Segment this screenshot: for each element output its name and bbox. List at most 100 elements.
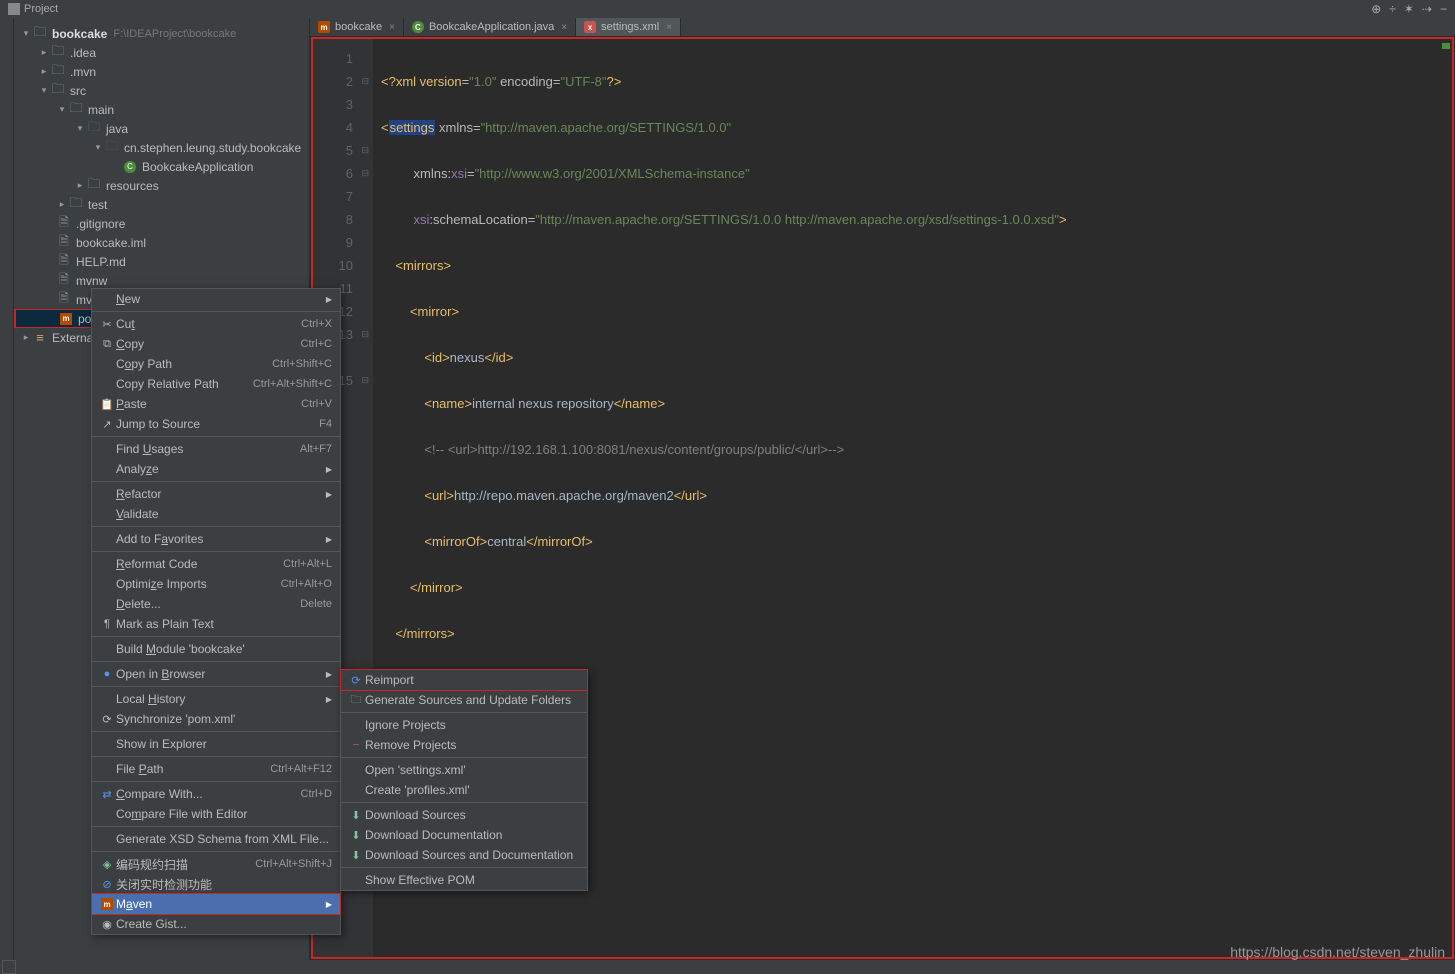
chevron-right-icon: ▶ <box>326 295 332 304</box>
ctx-jump[interactable]: ↗Jump to SourceF4 <box>92 414 340 434</box>
ctx-compare[interactable]: ⇄Compare With...Ctrl+D <box>92 784 340 804</box>
tree-item-package[interactable]: ▾cn.stephen.leung.study.bookcake <box>14 138 309 157</box>
ctx-file-path[interactable]: File PathCtrl+Alt+F12 <box>92 759 340 779</box>
ctx-code-scan[interactable]: ◈编码规约扫描Ctrl+Alt+Shift+J <box>92 854 340 874</box>
ctx-generate-xsd[interactable]: Generate XSD Schema from XML File... <box>92 829 340 849</box>
ctx-close-realtime[interactable]: ⊘关闭实时检测功能 <box>92 874 340 894</box>
tool-window-header[interactable]: Project <box>0 3 66 15</box>
tree-label: main <box>88 103 114 117</box>
chevron-down-icon[interactable]: ▾ <box>74 123 86 134</box>
shortcut: Delete <box>300 598 332 610</box>
close-icon[interactable]: × <box>666 22 672 33</box>
ctx-synchronize[interactable]: ⟳Synchronize 'pom.xml' <box>92 709 340 729</box>
separator <box>92 756 340 757</box>
chevron-right-icon[interactable]: ▸ <box>20 332 32 343</box>
sub-download-docs[interactable]: ⬇Download Documentation <box>341 825 587 845</box>
tree-item-resources[interactable]: ▸resources <box>14 176 309 195</box>
ctx-cut[interactable]: ✂CutCtrl+X <box>92 314 340 334</box>
separator <box>92 661 340 662</box>
file-icon <box>56 217 72 231</box>
collapse-icon[interactable]: ÷ <box>1389 2 1396 16</box>
tree-item-java[interactable]: ▾java <box>14 119 309 138</box>
tree-item-gitignore[interactable]: .gitignore <box>14 214 309 233</box>
chevron-right-icon[interactable]: ▸ <box>38 47 50 58</box>
line-number: 1 <box>313 47 353 70</box>
minimize-icon[interactable]: − <box>1440 2 1447 16</box>
chevron-down-icon[interactable]: ▾ <box>92 142 104 153</box>
gear-icon[interactable]: ✶ <box>1404 2 1414 16</box>
expand-icon[interactable]: ⊕ <box>1371 2 1381 16</box>
chevron-right-icon[interactable]: ▸ <box>74 180 86 191</box>
shortcut: Ctrl+Alt+L <box>283 558 332 570</box>
hide-icon[interactable]: ⇢ <box>1422 2 1432 16</box>
sub-download-both[interactable]: ⬇Download Sources and Documentation <box>341 845 587 865</box>
text-icon: ¶ <box>98 618 116 630</box>
sub-reimport[interactable]: ⟳Reimport <box>341 670 587 690</box>
tree-item-test[interactable]: ▸test <box>14 195 309 214</box>
ctx-plain-text[interactable]: ¶Mark as Plain Text <box>92 614 340 634</box>
ctx-copy-relative[interactable]: Copy Relative PathCtrl+Alt+Shift+C <box>92 374 340 394</box>
ctx-build[interactable]: Build Module 'bookcake' <box>92 639 340 659</box>
close-icon[interactable]: × <box>561 22 567 33</box>
fold-gutter[interactable]: ⊟ ⊟⊟ ⊟⊟ <box>361 47 369 392</box>
tree-root[interactable]: ▾ bookcake F:\IDEAProject\bookcake <box>14 24 309 43</box>
status-indicator[interactable] <box>2 960 16 974</box>
ctx-history[interactable]: Local History▶ <box>92 689 340 709</box>
tab-settings[interactable]: xsettings.xml× <box>576 18 681 36</box>
sub-remove[interactable]: −Remove Projects <box>341 735 587 755</box>
sub-ignore[interactable]: Ignore Projects <box>341 715 587 735</box>
ctx-compare-editor[interactable]: Compare File with Editor <box>92 804 340 824</box>
ctx-analyze[interactable]: Analyze▶ <box>92 459 340 479</box>
java-icon: C <box>412 21 424 33</box>
chevron-down-icon[interactable]: ▾ <box>56 104 68 115</box>
ctx-find-usages[interactable]: Find UsagesAlt+F7 <box>92 439 340 459</box>
ctx-explorer[interactable]: Show in Explorer <box>92 734 340 754</box>
chevron-down-icon[interactable]: ▾ <box>20 28 32 39</box>
tab-label: settings.xml <box>601 21 659 33</box>
ctx-validate[interactable]: Validate <box>92 504 340 524</box>
tab-application[interactable]: CBookcakeApplication.java× <box>404 18 576 36</box>
sub-open-settings[interactable]: Open 'settings.xml' <box>341 760 587 780</box>
chevron-right-icon[interactable]: ▸ <box>38 66 50 77</box>
line-number: 9 <box>313 231 353 254</box>
ctx-copy[interactable]: ⧉CopyCtrl+C <box>92 334 340 354</box>
folder-icon <box>68 198 84 212</box>
ctx-browser[interactable]: ●Open in Browser▶ <box>92 664 340 684</box>
ctx-delete[interactable]: Delete...Delete <box>92 594 340 614</box>
separator <box>92 636 340 637</box>
shortcut: Ctrl+Shift+C <box>272 358 332 370</box>
line-number: 6 <box>313 162 353 185</box>
separator <box>341 802 587 803</box>
folder-icon <box>50 84 66 98</box>
ctx-create-gist[interactable]: ◉Create Gist... <box>92 914 340 934</box>
ctx-refactor[interactable]: Refactor▶ <box>92 484 340 504</box>
left-gutter[interactable] <box>0 18 14 960</box>
close-icon[interactable]: × <box>389 22 395 33</box>
ctx-paste[interactable]: 📋PasteCtrl+V <box>92 394 340 414</box>
refresh-icon: ⟳ <box>98 713 116 726</box>
tree-item-idea[interactable]: ▸.idea <box>14 43 309 62</box>
sub-create-profiles[interactable]: Create 'profiles.xml' <box>341 780 587 800</box>
ctx-optimize[interactable]: Optimize ImportsCtrl+Alt+O <box>92 574 340 594</box>
tab-bookcake[interactable]: mbookcake× <box>310 18 404 36</box>
tree-item-help[interactable]: HELP.md <box>14 252 309 271</box>
tree-item-iml[interactable]: bookcake.iml <box>14 233 309 252</box>
sub-generate-sources[interactable]: 🗀Generate Sources and Update Folders <box>341 690 587 710</box>
tree-item-src[interactable]: ▾src <box>14 81 309 100</box>
ctx-maven[interactable]: mMaven▶ <box>92 894 340 914</box>
ctx-favorites[interactable]: Add to Favorites▶ <box>92 529 340 549</box>
separator <box>92 551 340 552</box>
tree-item-main[interactable]: ▾ main <box>14 100 309 119</box>
chevron-down-icon[interactable]: ▾ <box>38 85 50 96</box>
inspection-marker[interactable] <box>1442 43 1450 49</box>
tool-window-actions: ⊕ ÷ ✶ ⇢ − <box>1371 2 1455 16</box>
tree-item-class[interactable]: CBookcakeApplication <box>14 157 309 176</box>
sub-download-sources[interactable]: ⬇Download Sources <box>341 805 587 825</box>
ctx-new[interactable]: New▶ <box>92 289 340 309</box>
tree-item-mvn[interactable]: ▸.mvn <box>14 62 309 81</box>
sub-effective-pom[interactable]: Show Effective POM <box>341 870 587 890</box>
chevron-right-icon: ▶ <box>326 900 332 909</box>
ctx-reformat[interactable]: Reformat CodeCtrl+Alt+L <box>92 554 340 574</box>
chevron-right-icon[interactable]: ▸ <box>56 199 68 210</box>
ctx-copy-path[interactable]: Copy PathCtrl+Shift+C <box>92 354 340 374</box>
